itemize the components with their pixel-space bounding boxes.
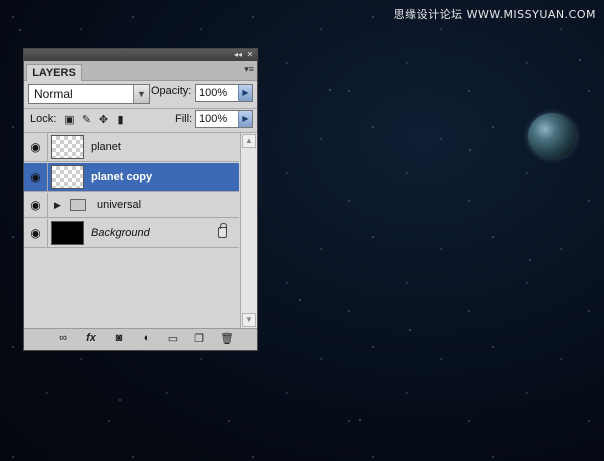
blend-mode-value: Normal xyxy=(34,87,73,101)
layers-list: ◉ planet ◉ planet copy ◉ ▶ universal ◉ B… xyxy=(24,133,239,328)
eye-icon[interactable]: ◉ xyxy=(24,219,48,247)
folder-icon xyxy=(70,199,86,211)
watermark: 思缘设计论坛 WWW.MISSYUAN.COM xyxy=(393,8,596,21)
panel-menu-icon[interactable]: ▾≡ xyxy=(244,64,254,75)
collapse-icon[interactable]: ◂◂ xyxy=(232,49,244,61)
expand-triangle-icon[interactable]: ▶ xyxy=(54,200,61,211)
new-layer-icon[interactable]: ❐ xyxy=(190,332,208,345)
trash-icon[interactable]: 🗑 xyxy=(218,332,236,345)
lock-paint-icon[interactable]: ✎ xyxy=(78,113,95,126)
lock-all-icon[interactable]: ▮ xyxy=(112,113,129,126)
layer-name: planet xyxy=(91,141,121,153)
eye-icon[interactable]: ◉ xyxy=(24,133,48,161)
divider xyxy=(24,108,257,109)
close-icon[interactable]: ✕ xyxy=(244,49,256,61)
panel-tab-bar: LAYERS ▾≡ xyxy=(24,61,257,81)
planet-image xyxy=(528,113,576,159)
layer-row-planet-copy[interactable]: ◉ planet copy xyxy=(24,163,239,192)
layer-thumbnail xyxy=(51,165,84,189)
blend-mode-select[interactable]: Normal ▼ xyxy=(28,84,150,104)
layers-scrollbar[interactable]: ▲ ▼ xyxy=(240,133,257,328)
mask-icon[interactable]: ◙ xyxy=(110,332,128,344)
lock-move-icon[interactable]: ✥ xyxy=(95,113,112,126)
lock-icon xyxy=(218,223,227,238)
chevron-down-icon[interactable]: ▼ xyxy=(133,85,149,103)
link-layers-icon[interactable]: ∞ xyxy=(54,332,72,344)
layer-thumbnail xyxy=(51,221,84,245)
panel-title-bar[interactable]: ◂◂ ✕ xyxy=(24,49,257,61)
scroll-down-icon[interactable]: ▼ xyxy=(242,313,256,327)
fill-label: Fill: xyxy=(175,113,193,125)
fx-icon[interactable]: fx xyxy=(82,332,100,344)
opacity-value: 100% xyxy=(199,87,228,99)
fill-arrow-icon[interactable]: ▶ xyxy=(238,111,252,127)
layer-thumbnail xyxy=(51,135,84,159)
lock-transparent-icon[interactable]: ▣ xyxy=(61,113,78,126)
fill-field[interactable]: 100% ▶ xyxy=(195,110,253,128)
layer-name: Background xyxy=(91,227,150,239)
layer-row-background[interactable]: ◉ Background xyxy=(24,219,239,248)
eye-icon[interactable]: ◉ xyxy=(24,163,48,191)
eye-icon[interactable]: ◉ xyxy=(24,193,48,217)
blend-row: Normal ▼ Opacity: 100% ▶ xyxy=(24,82,257,108)
panel-footer: ∞ fx ◙ ◐ ▭ ❐ 🗑 xyxy=(24,328,257,350)
layers-panel: ◂◂ ✕ LAYERS ▾≡ Normal ▼ Opacity: 100% ▶ … xyxy=(23,48,258,351)
lock-options: ▣ ✎ ✥ ▮ xyxy=(61,113,129,126)
scroll-up-icon[interactable]: ▲ xyxy=(242,134,256,148)
layer-name: planet copy xyxy=(91,171,153,183)
layer-row-universal[interactable]: ◉ ▶ universal xyxy=(24,193,239,218)
opacity-arrow-icon[interactable]: ▶ xyxy=(238,85,252,101)
adjustment-icon[interactable]: ◐ xyxy=(138,332,156,344)
tab-layers[interactable]: LAYERS xyxy=(26,64,82,81)
opacity-label: Opacity: xyxy=(151,85,192,97)
fill-value: 100% xyxy=(199,113,228,125)
layer-row-planet[interactable]: ◉ planet xyxy=(24,133,239,162)
new-group-icon[interactable]: ▭ xyxy=(164,332,182,345)
lock-label: Lock: xyxy=(30,113,57,125)
opacity-field[interactable]: 100% ▶ xyxy=(195,84,253,102)
layer-name: universal xyxy=(97,199,142,211)
